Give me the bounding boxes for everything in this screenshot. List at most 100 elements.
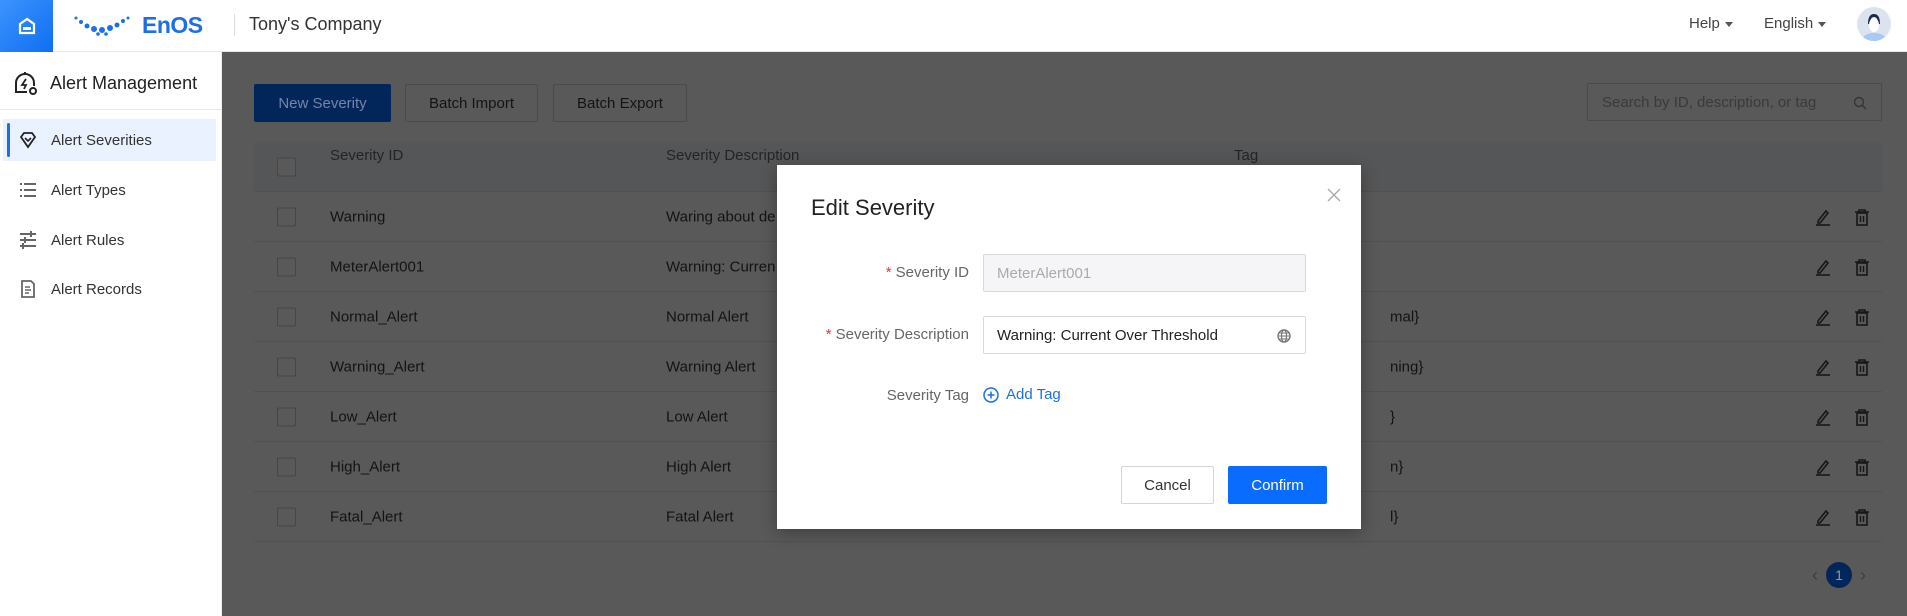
batch-export-button[interactable]: Batch Export bbox=[553, 84, 687, 122]
row-checkbox[interactable] bbox=[277, 507, 296, 526]
delete-icon[interactable] bbox=[1853, 208, 1871, 226]
add-tag-button[interactable]: Add Tag bbox=[983, 386, 1061, 403]
language-label: English bbox=[1764, 15, 1814, 32]
severity-description-cell: Low Alert bbox=[666, 408, 728, 425]
sidebar-item-alert-records[interactable]: Alert Records bbox=[3, 268, 216, 310]
help-label: Help bbox=[1689, 15, 1720, 32]
sidebar-item-alert-types[interactable]: Alert Types bbox=[3, 169, 216, 211]
close-icon[interactable] bbox=[1327, 188, 1341, 202]
tag-cell: } bbox=[1390, 408, 1396, 425]
page-1-button[interactable]: 1 bbox=[1826, 562, 1852, 588]
alert-bell-icon bbox=[15, 72, 37, 95]
severity-id-cell: Fatal_Alert bbox=[330, 508, 403, 525]
delete-icon[interactable] bbox=[1853, 358, 1871, 376]
enos-logo[interactable]: EnOS bbox=[74, 12, 203, 39]
edit-icon[interactable] bbox=[1814, 308, 1832, 326]
edit-icon[interactable] bbox=[1814, 408, 1832, 426]
sidebar-item-alert-severities[interactable]: Alert Severities bbox=[3, 119, 216, 161]
severity-id-cell: Normal_Alert bbox=[330, 308, 418, 325]
severity-id-cell: High_Alert bbox=[330, 458, 401, 475]
column-header-severity-description: Severity Description bbox=[666, 147, 800, 164]
avatar[interactable] bbox=[1857, 7, 1891, 41]
row-checkbox[interactable] bbox=[277, 457, 296, 476]
top-header: EnOS Tony's Company Help English bbox=[0, 0, 1907, 52]
user-icon bbox=[1861, 14, 1887, 41]
sidebar-title: Alert Management bbox=[12, 70, 197, 96]
divider bbox=[0, 109, 222, 110]
severity-tag-label: Severity Tag bbox=[886, 387, 969, 404]
severity-id-cell: MeterAlert001 bbox=[330, 258, 425, 275]
confirm-button[interactable]: Confirm bbox=[1228, 466, 1327, 504]
severity-id-cell: Warning_Alert bbox=[330, 358, 425, 375]
pagination: ‹ 1 › bbox=[1812, 562, 1866, 588]
edit-icon[interactable] bbox=[1814, 358, 1832, 376]
column-header-tag: Tag bbox=[1234, 147, 1259, 164]
home-button[interactable] bbox=[0, 0, 53, 52]
home-icon bbox=[18, 17, 35, 35]
select-all-checkbox[interactable] bbox=[277, 157, 296, 176]
severity-description-cell: Normal Alert bbox=[666, 308, 749, 325]
list-icon bbox=[20, 183, 36, 197]
edit-icon[interactable] bbox=[1814, 208, 1832, 226]
search-placeholder: Search by ID, description, or tag bbox=[1602, 93, 1817, 111]
delete-icon[interactable] bbox=[1853, 408, 1871, 426]
row-checkbox[interactable] bbox=[277, 257, 296, 276]
delete-icon[interactable] bbox=[1853, 308, 1871, 326]
sidebar: Alert Management Alert Severities Alert … bbox=[0, 52, 222, 616]
edit-icon[interactable] bbox=[1814, 508, 1832, 526]
severity-description-label-text: Severity Description bbox=[835, 326, 969, 343]
prev-page-icon[interactable]: ‹ bbox=[1812, 565, 1818, 586]
divider bbox=[234, 14, 235, 36]
caret-down-icon bbox=[1818, 21, 1827, 27]
edit-severity-dialog: Edit Severity * Severity ID MeterAlert001… bbox=[777, 165, 1361, 529]
severity-description-cell: High Alert bbox=[666, 458, 732, 475]
batch-import-button[interactable]: Batch Import bbox=[405, 84, 538, 122]
tag-cell: n} bbox=[1390, 458, 1404, 475]
sidebar-title-text: Alert Management bbox=[50, 72, 198, 93]
cancel-button[interactable]: Cancel bbox=[1121, 466, 1214, 504]
search-icon bbox=[1853, 96, 1867, 110]
plus-circle-icon bbox=[983, 386, 999, 403]
row-checkbox[interactable] bbox=[277, 207, 296, 226]
severity-description-cell: Warning Alert bbox=[666, 358, 756, 375]
severity-description-label: * Severity Description bbox=[777, 326, 969, 343]
severity-description-value: Warning: Current Over Threshold bbox=[997, 326, 1218, 344]
required-mark: * bbox=[825, 326, 832, 343]
required-mark: * bbox=[885, 264, 892, 281]
sidebar-item-label: Alert Severities bbox=[51, 131, 152, 149]
column-header-severity-id: Severity ID bbox=[330, 147, 404, 164]
globe-icon[interactable] bbox=[1277, 329, 1291, 343]
add-tag-label: Add Tag bbox=[1006, 386, 1061, 403]
caret-down-icon bbox=[1724, 21, 1733, 27]
next-page-icon[interactable]: › bbox=[1860, 565, 1866, 586]
delete-icon[interactable] bbox=[1853, 258, 1871, 276]
delete-icon[interactable] bbox=[1853, 458, 1871, 476]
help-menu[interactable]: Help bbox=[1689, 15, 1733, 32]
row-checkbox[interactable] bbox=[277, 357, 296, 376]
row-checkbox[interactable] bbox=[277, 407, 296, 426]
severity-id-cell: Warning bbox=[330, 208, 386, 225]
tag-cell: l} bbox=[1390, 508, 1399, 525]
severity-description-cell: Fatal Alert bbox=[666, 508, 734, 525]
brand-name: EnOS bbox=[142, 12, 203, 38]
delete-icon[interactable] bbox=[1853, 508, 1871, 526]
new-severity-button[interactable]: New Severity bbox=[254, 84, 391, 122]
company-name: Tony's Company bbox=[249, 14, 382, 34]
sidebar-item-alert-rules[interactable]: Alert Rules bbox=[3, 219, 216, 261]
edit-icon[interactable] bbox=[1814, 458, 1832, 476]
document-icon bbox=[21, 280, 35, 298]
severity-description-cell: Warning: Curren bbox=[666, 258, 776, 275]
severity-description-cell: Waring about de bbox=[666, 208, 776, 225]
severity-id-label-text: Severity ID bbox=[895, 264, 969, 281]
sidebar-item-label: Alert Rules bbox=[51, 231, 125, 249]
search-input[interactable]: Search by ID, description, or tag bbox=[1587, 83, 1882, 121]
dialog-title: Edit Severity bbox=[811, 195, 935, 220]
tag-cell: ning} bbox=[1390, 358, 1424, 375]
edit-icon[interactable] bbox=[1814, 258, 1832, 276]
severity-id-label: * Severity ID bbox=[777, 264, 969, 281]
severity-id-field[interactable]: MeterAlert001 bbox=[983, 254, 1306, 292]
sliders-icon bbox=[20, 231, 36, 249]
severity-description-field[interactable]: Warning: Current Over Threshold bbox=[983, 316, 1306, 354]
language-menu[interactable]: English bbox=[1764, 15, 1827, 32]
row-checkbox[interactable] bbox=[277, 307, 296, 326]
